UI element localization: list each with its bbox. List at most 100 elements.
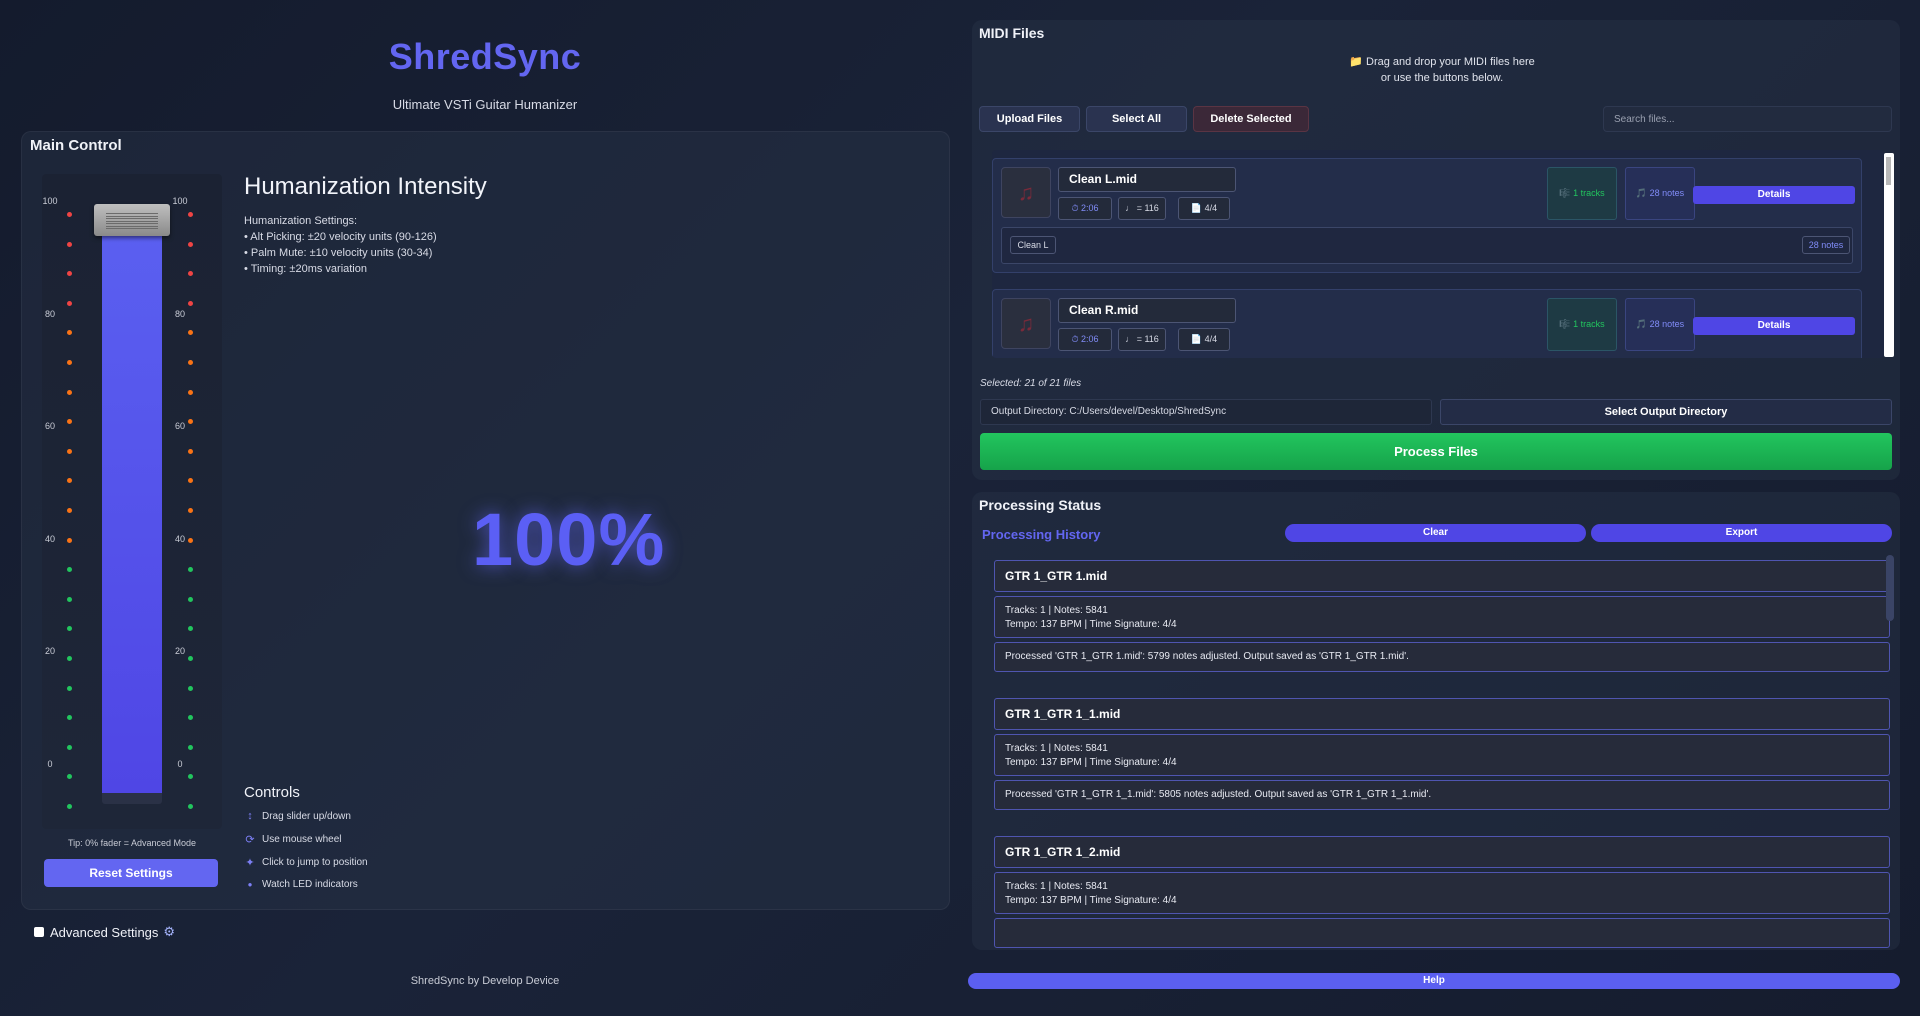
reset-settings-button[interactable]: Reset Settings xyxy=(44,859,218,887)
file-list-scroll-thumb[interactable] xyxy=(1886,157,1891,185)
led-indicator xyxy=(188,478,193,484)
knob-groove xyxy=(106,218,158,219)
led-indicator xyxy=(188,715,193,721)
processing-status-panel: Processing Status Processing History Cle… xyxy=(972,492,1900,950)
duration-chip: ⏱ 2:06 xyxy=(1058,197,1112,220)
control-item-wheel: ⟳ Use mouse wheel xyxy=(244,833,341,846)
fader-scale-label: 60 xyxy=(44,421,55,432)
led-indicator xyxy=(188,744,193,750)
knob-groove xyxy=(106,223,158,224)
led-indicator xyxy=(67,300,72,306)
knob-groove xyxy=(106,228,158,229)
file-list-scrollbar[interactable] xyxy=(1884,153,1894,357)
search-input[interactable]: Search files... xyxy=(1603,106,1892,132)
knob-groove xyxy=(106,213,158,214)
clear-history-button[interactable]: Clear xyxy=(1285,524,1586,542)
midi-files-title: MIDI Files xyxy=(979,25,1045,41)
led-indicator xyxy=(67,360,72,365)
time-sig-chip: 📄 4/4 xyxy=(1178,328,1230,351)
fader-scale-label: 20 xyxy=(44,646,55,657)
led-indicator xyxy=(67,804,72,809)
fader-knob[interactable] xyxy=(94,204,170,236)
drop-line-2: or use the buttons below. xyxy=(1380,72,1504,84)
refresh-icon: ⟳ xyxy=(245,834,255,846)
led-indicator xyxy=(188,419,193,425)
fader-scale-label: 0 xyxy=(47,759,53,769)
duration-chip: ⏱ 2:06 xyxy=(1058,328,1112,351)
track-notes: 28 notes xyxy=(1802,236,1850,254)
led-indicator xyxy=(67,241,72,247)
file-name: Clean L.mid xyxy=(1058,167,1236,192)
led-indicator xyxy=(67,567,72,573)
help-button[interactable]: Help xyxy=(968,973,1900,989)
select-all-button[interactable]: Select All xyxy=(1086,106,1187,132)
app-subtitle: Ultimate VSTi Guitar Humanizer xyxy=(392,97,578,112)
led-indicator xyxy=(67,596,72,602)
delete-selected-button[interactable]: Delete Selected xyxy=(1193,106,1309,132)
history-entry-message: Processed 'GTR 1_GTR 1.mid': 5799 notes … xyxy=(994,642,1890,672)
drop-line-1: 📁 Drag and drop your MIDI files here xyxy=(1349,56,1535,68)
details-button[interactable]: Details xyxy=(1693,186,1855,204)
track-name: Clean L xyxy=(1010,236,1056,254)
history-scrollbar[interactable] xyxy=(1886,555,1894,621)
main-control-panel: Main Control 100 100 80 80 60 60 40 40 20 20 0 0 Ti… xyxy=(21,131,950,910)
advanced-settings-toggle[interactable]: Advanced Settings ⚙ xyxy=(34,924,175,940)
history-entry-name: GTR 1_GTR 1_2.mid xyxy=(994,836,1890,868)
fader-scale-label: 40 xyxy=(174,533,185,544)
file-card[interactable]: ♫ Clean R.mid ⏱ 2:06 ♩ = 116 📄 4/4 🎼 1 t… xyxy=(992,289,1862,358)
humanization-title: Humanization Intensity xyxy=(244,173,487,200)
settings-heading: Humanization Settings: xyxy=(244,215,358,227)
details-button[interactable]: Details xyxy=(1693,317,1855,335)
led-indicator xyxy=(67,537,72,543)
history-entry-message: Processed 'GTR 1_GTR 1_1.mid': 5805 note… xyxy=(994,780,1890,810)
led-indicator xyxy=(67,330,72,336)
updown-arrow-icon: ↕ xyxy=(247,810,253,822)
control-label: Use mouse wheel xyxy=(262,834,342,845)
music-note-icon: ♫ xyxy=(1001,298,1051,349)
selection-count: Selected: 21 of 21 files xyxy=(980,378,1082,389)
led-indicator xyxy=(67,212,72,217)
select-output-directory-button[interactable]: Select Output Directory xyxy=(1440,399,1892,425)
led-indicator xyxy=(67,389,72,395)
led-indicator xyxy=(188,241,193,247)
history-entry-name: GTR 1_GTR 1_1.mid xyxy=(994,698,1890,730)
knob-groove xyxy=(106,215,158,217)
fader-scale-label: 0 xyxy=(177,759,183,769)
fader-tip: Tip: 0% fader = Advanced Mode xyxy=(68,838,196,848)
led-indicator xyxy=(67,774,72,780)
history-entry-info: Tracks: 1 | Notes: 5841 Tempo: 137 BPM |… xyxy=(994,734,1890,776)
led-indicator xyxy=(67,271,72,277)
knob-groove xyxy=(106,220,158,222)
upload-files-button[interactable]: Upload Files xyxy=(979,106,1080,132)
tracks-count: 🎼 1 tracks xyxy=(1547,298,1617,351)
led-indicator xyxy=(188,537,193,543)
history-info-line-1: Tracks: 1 | Notes: 5841 xyxy=(1005,743,1108,754)
led-indicator xyxy=(67,715,72,721)
led-indicator xyxy=(67,685,72,691)
tempo-chip: ♩ = 116 xyxy=(1118,328,1166,351)
tracks-count: 🎼 1 tracks xyxy=(1547,167,1617,220)
main-control-title: Main Control xyxy=(30,137,122,154)
drop-zone[interactable]: 📁 Drag and drop your MIDI files here or … xyxy=(1272,54,1612,86)
export-history-button[interactable]: Export xyxy=(1591,524,1892,542)
fader-scale-label: 80 xyxy=(174,308,185,319)
notes-count: 🎵 28 notes xyxy=(1625,167,1695,220)
fader-fill xyxy=(102,236,162,793)
output-directory-field: Output Directory: C:/Users/devel/Desktop… xyxy=(980,399,1432,425)
process-files-button[interactable]: Process Files xyxy=(980,433,1892,470)
history-info-line-2: Tempo: 137 BPM | Time Signature: 4/4 xyxy=(1005,895,1177,906)
file-list: ♫ Clean L.mid ⏱ 2:06 ♩ = 116 📄 4/4 🎼 1 t… xyxy=(992,150,1884,358)
led-indicator xyxy=(67,419,72,425)
led-indicator xyxy=(188,596,193,602)
led-indicator xyxy=(188,508,193,513)
control-item-jump: ✦ Click to jump to position xyxy=(244,856,367,869)
advanced-settings-label: Advanced Settings xyxy=(50,924,159,940)
fader[interactable]: 100 100 80 80 60 60 40 40 20 20 0 0 xyxy=(42,174,222,829)
advanced-settings-checkbox[interactable] xyxy=(34,927,44,937)
fader-scale-label: 40 xyxy=(44,533,55,544)
led-indicator xyxy=(188,212,193,217)
led-indicator xyxy=(188,626,193,632)
file-card[interactable]: ♫ Clean L.mid ⏱ 2:06 ♩ = 116 📄 4/4 🎼 1 t… xyxy=(992,158,1862,273)
history-info-line-1: Tracks: 1 | Notes: 5841 xyxy=(1005,881,1108,892)
intensity-percent: 100% xyxy=(472,498,666,581)
